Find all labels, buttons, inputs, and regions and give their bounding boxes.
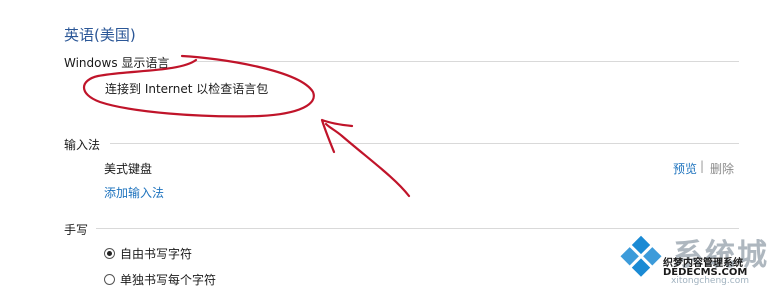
page-title: 英语(美国) bbox=[64, 26, 136, 44]
delete-link[interactable]: 删除 bbox=[710, 160, 734, 177]
display-language-label: Windows 显示语言 bbox=[64, 56, 170, 70]
add-input-method-link[interactable]: 添加输入法 bbox=[104, 184, 164, 201]
link-separator: | bbox=[700, 159, 705, 173]
preview-link[interactable]: 预览 bbox=[673, 160, 697, 177]
radio-button-unchecked[interactable] bbox=[104, 274, 115, 285]
keyboard-name: 美式键盘 bbox=[104, 162, 153, 176]
input-method-label: 输入法 bbox=[64, 138, 101, 152]
handwriting-option-freeform[interactable]: 自由书写字符 bbox=[104, 245, 192, 262]
annotation-arrow-shaft bbox=[324, 122, 411, 198]
handwriting-option-single[interactable]: 单独书写每个字符 bbox=[104, 271, 216, 288]
windows-logo-icon bbox=[620, 235, 662, 277]
handwriting-label: 手写 bbox=[64, 223, 89, 237]
language-pack-message: 连接到 Internet 以检查语言包 bbox=[105, 82, 269, 96]
annotation-arrow-head bbox=[320, 118, 354, 154]
handwriting-option-label: 自由书写字符 bbox=[120, 247, 193, 261]
handwriting-option-label: 单独书写每个字符 bbox=[120, 273, 217, 287]
input-method-divider bbox=[110, 143, 739, 144]
display-language-divider bbox=[195, 61, 739, 62]
radio-button-checked[interactable] bbox=[104, 248, 115, 259]
site-watermark: 系统城 织梦内容管理系统 DEDECMS.COM xitongcheng.com bbox=[617, 228, 769, 286]
watermark-url: xitongcheng.com bbox=[671, 276, 749, 286]
